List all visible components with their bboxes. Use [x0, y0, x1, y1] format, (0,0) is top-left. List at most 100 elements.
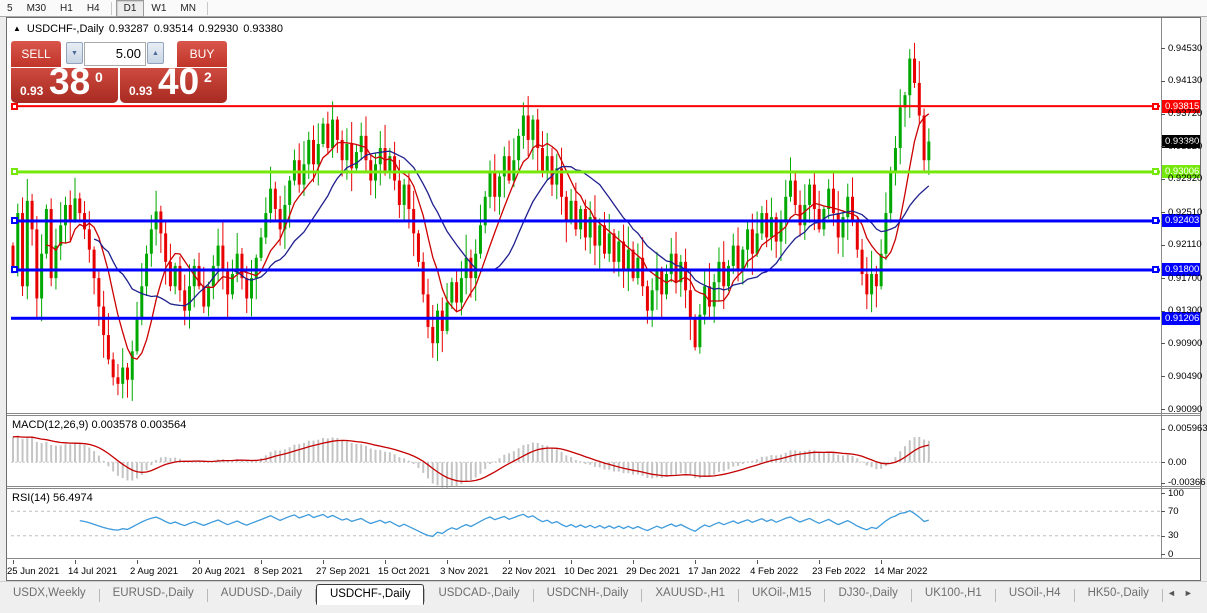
price-axis-tick	[1161, 310, 1165, 312]
macd-axis-tick	[1161, 462, 1165, 464]
hline-handle[interactable]	[1152, 102, 1159, 110]
date-axis-label: 20 Aug 2021	[192, 566, 246, 577]
tab-usoil-h4[interactable]: USOil-,H4	[996, 584, 1074, 603]
volume-field[interactable]: 5.00	[84, 42, 146, 66]
sell-price-main: 38	[49, 68, 91, 102]
hline-handle[interactable]	[11, 217, 18, 225]
date-axis-tick	[323, 560, 325, 564]
pane-separator[interactable]	[7, 558, 1200, 559]
price-axis-tick	[1161, 278, 1165, 280]
hline-handle[interactable]	[11, 102, 18, 110]
tabs-scroll-left-icon[interactable]: ◄	[1163, 584, 1180, 602]
date-axis-tick	[695, 560, 697, 564]
volume-decrease-button[interactable]: ▼	[66, 42, 83, 64]
price-axis-tick	[1161, 178, 1165, 180]
rsi-axis-label: 100	[1168, 487, 1184, 499]
pane-separator[interactable]	[7, 488, 1200, 489]
date-axis-label: 15 Oct 2021	[378, 566, 430, 577]
timeframe-button-m30[interactable]: M30	[20, 1, 53, 16]
rsi-axis-label: 0	[1168, 548, 1174, 560]
tabs-scroll-right-icon[interactable]: ►	[1180, 584, 1197, 602]
price-axis-label: 0.92510	[1168, 206, 1203, 218]
tab-usdchf-daily[interactable]: USDCHF-,Daily	[315, 584, 425, 605]
tab-usdcnh-daily[interactable]: USDCNH-,Daily	[534, 584, 642, 603]
date-axis-tick	[571, 560, 573, 564]
date-axis-label: 3 Nov 2021	[440, 566, 489, 577]
tab-hk50-daily[interactable]: HK50-,Daily	[1075, 584, 1162, 603]
tab-eurusd-daily[interactable]: EURUSD-,Daily	[100, 584, 207, 603]
hline-handle[interactable]	[1152, 266, 1159, 274]
date-axis-tick	[385, 560, 387, 564]
price-axis-tick	[1161, 409, 1165, 411]
date-axis-tick	[261, 560, 263, 564]
date-axis-label: 10 Dec 2021	[564, 566, 618, 577]
timeframe-button-h1[interactable]: H1	[53, 1, 80, 16]
price-axis-tick	[1161, 343, 1165, 345]
macd-axis-tick	[1161, 482, 1165, 484]
date-axis-label: 22 Nov 2021	[502, 566, 556, 577]
price-axis-tick	[1161, 376, 1165, 378]
sell-button[interactable]: SELL	[11, 41, 61, 67]
price-axis-tick	[1161, 244, 1165, 246]
sell-price-display[interactable]: 0.93 38 0	[11, 68, 118, 103]
date-axis-tick	[757, 560, 759, 564]
price-axis-tick	[1161, 80, 1165, 82]
timeframe-toolbar: 5 M30 H1 H4 D1 W1 MN	[0, 0, 1207, 17]
hline-handle[interactable]	[11, 168, 18, 176]
price-axis-label: 0.91700	[1168, 272, 1203, 284]
tab-dj30-daily[interactable]: DJ30-,Daily	[825, 584, 910, 603]
date-axis-tick	[881, 560, 883, 564]
timeframe-button-mn[interactable]: MN	[173, 1, 203, 16]
date-axis-tick	[137, 560, 139, 564]
pane-separator[interactable]	[7, 413, 1200, 414]
toolbar-separator	[110, 1, 112, 15]
buy-price-pip: 2	[204, 69, 212, 85]
timeframe-button-w1[interactable]: W1	[144, 1, 173, 16]
rsi-axis-label: 30	[1168, 530, 1179, 542]
rsi-axis-tick	[1161, 511, 1165, 513]
date-axis-label: 29 Dec 2021	[626, 566, 680, 577]
price-axis-label: 0.94130	[1168, 75, 1203, 87]
date-axis-label: 8 Sep 2021	[254, 566, 303, 577]
price-axis-label: 0.94530	[1168, 42, 1203, 54]
date-axis-label: 27 Sep 2021	[316, 566, 370, 577]
pane-separator[interactable]	[7, 415, 1200, 416]
price-axis-label: 0.90490	[1168, 370, 1203, 382]
chart-window[interactable]: ▲ USDCHF-,Daily 0.93287 0.93514 0.92930 0.933…	[6, 17, 1207, 581]
sell-price-prefix: 0.93	[20, 84, 44, 98]
timeframe-button-5[interactable]: 5	[0, 1, 20, 16]
buy-price-prefix: 0.93	[129, 84, 153, 98]
date-axis-tick	[13, 560, 14, 564]
price-axis-tick	[1161, 48, 1165, 50]
date-axis-label: 14 Mar 2022	[874, 566, 928, 577]
tab-usdcad-daily[interactable]: USDCAD-,Daily	[425, 584, 532, 603]
tab-ukoil-m15[interactable]: UKOil-,M15	[739, 584, 824, 603]
date-axis-label: 14 Jul 2021	[68, 566, 118, 577]
price-axis-label: 0.93320	[1168, 140, 1203, 152]
buy-button[interactable]: BUY	[177, 41, 227, 67]
tab-usdx-weekly[interactable]: USDX,Weekly	[0, 584, 99, 603]
price-axis-tick	[1161, 113, 1165, 115]
rsi-indicator-label: RSI(14) 56.4974	[12, 492, 93, 504]
spin-up-icon: ▲	[152, 49, 159, 57]
hline-handle[interactable]	[1152, 168, 1159, 176]
pane-separator[interactable]	[7, 486, 1200, 487]
date-axis-tick	[75, 560, 76, 564]
macd-axis-label: 0.005963	[1168, 423, 1207, 435]
volume-increase-button[interactable]: ▲	[147, 42, 164, 64]
tab-uk100-h1[interactable]: UK100-,H1	[912, 584, 995, 603]
macd-axis-tick	[1161, 428, 1165, 430]
price-axis-label: 0.92920	[1168, 173, 1203, 185]
hline-handle[interactable]	[11, 266, 18, 274]
timeframe-button-h4[interactable]: H4	[80, 1, 107, 16]
date-axis-tick	[199, 560, 201, 564]
hline-handle[interactable]	[1152, 217, 1159, 225]
price-axis-label: 0.93720	[1168, 108, 1203, 120]
tab-audusd-daily[interactable]: AUDUSD-,Daily	[208, 584, 315, 603]
price-axis-tick	[1161, 212, 1165, 214]
timeframe-button-d1[interactable]: D1	[115, 0, 145, 17]
date-axis-label: 25 Jun 2021	[7, 566, 60, 577]
tab-xauusd-h1[interactable]: XAUUSD-,H1	[642, 584, 738, 603]
buy-price-display[interactable]: 0.93 40 2	[120, 68, 227, 103]
symbol-tabbar: USDX,Weekly EURUSD-,Daily AUDUSD-,Daily USD…	[0, 581, 1207, 613]
